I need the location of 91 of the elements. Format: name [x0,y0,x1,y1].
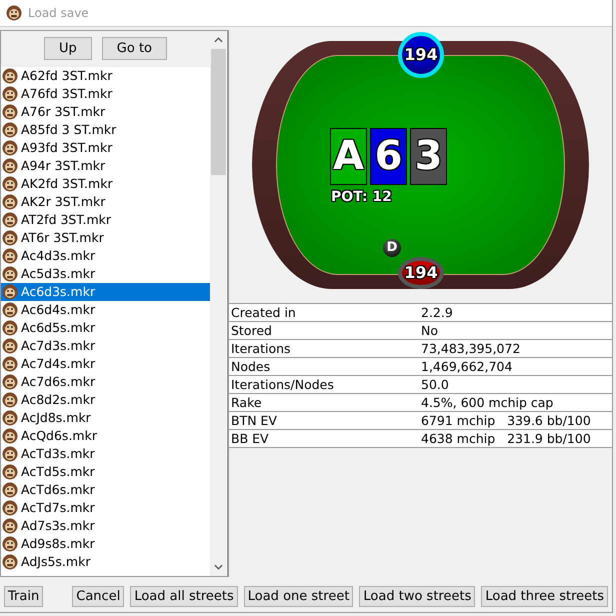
file-item[interactable]: Ac7d4s.mkr [1,354,210,373]
monkey-icon [2,104,18,120]
monkey-icon [2,158,18,174]
file-item[interactable]: AK2r 3ST.mkr [1,192,210,211]
monkey-icon [2,482,18,498]
file-item[interactable]: Ac6d3s.mkr [1,282,210,301]
monkey-icon [2,86,18,102]
monkey-icon [2,248,18,264]
info-value: 50.0 [421,376,449,392]
info-label: Iterations [230,340,292,356]
monkey-icon [2,140,18,156]
info-label: BB EV [230,430,270,446]
info-value: 4.5%, 600 mchip cap [421,394,554,410]
train-button[interactable]: Train [4,586,44,607]
info-value: 73,483,395,072 [421,340,520,356]
dialog-button[interactable]: Load one street [244,586,354,607]
info-value: 6791 mchip 339.6 bb/100 [421,412,591,428]
info-label: Stored [230,322,273,338]
info-label: Iterations/Nodes [230,376,335,392]
nav-button[interactable]: Up [44,37,92,60]
scrollbar[interactable] [210,30,226,576]
monkey-icon [2,428,18,444]
file-item[interactable]: Ac7d6s.mkr [1,372,210,391]
file-item[interactable]: AK2fd 3ST.mkr [1,174,210,193]
file-item[interactable]: AT6r 3ST.mkr [1,228,210,247]
monkey-icon [2,392,18,408]
file-item[interactable]: AdJs5s.mkr [1,552,210,571]
file-item[interactable]: AcTd3s.mkr [1,444,210,463]
file-item[interactable]: A85fd 3 ST.mkr [1,120,210,139]
info-value: 2.2.9 [421,304,453,320]
file-item[interactable]: A76r 3ST.mkr [1,102,210,121]
file-item[interactable]: AcQd6s.mkr [1,426,210,445]
monkey-icon [2,212,18,228]
monkey-icon [2,68,18,84]
file-item[interactable]: AcTd5s.mkr [1,462,210,481]
info-value: 4638 mchip 231.9 bb/100 [421,430,591,446]
monkey-icon [2,518,18,534]
file-item[interactable]: Ac8d2s.mkr [1,390,210,409]
file-item[interactable]: A93fd 3ST.mkr [1,138,210,157]
pot-label: POT: 12 [331,188,392,205]
monkey-icon [2,464,18,480]
file-item[interactable]: Ac6d5s.mkr [1,318,210,337]
monkey-icon [2,536,18,552]
scrollbar-thumb[interactable] [210,48,226,175]
file-item[interactable]: Ac4d3s.mkr [1,246,210,265]
monkey-icon [2,374,18,390]
monkey-icon [2,302,18,318]
monkey-icon [2,338,18,354]
player-stack: 194 [398,32,444,78]
file-item[interactable]: AcTd7s.mkr [1,498,210,517]
file-item[interactable]: AcJd8s.mkr [1,408,210,427]
monkey-icon [2,176,18,192]
monkey-icon [2,446,18,462]
monkey-icon [2,284,18,300]
file-item[interactable]: Ad9s8s.mkr [1,534,210,553]
file-item[interactable]: Ad7s3s.mkr [1,516,210,535]
info-label: BTN EV [230,412,278,428]
dialog-button[interactable]: Load two streets [359,586,476,607]
scroll-up-icon[interactable] [214,36,222,43]
file-item[interactable]: Ac7d3s.mkr [1,336,210,355]
board-card: 3 [410,128,447,185]
scroll-down-icon[interactable] [214,564,222,570]
board-card: 6 [370,128,407,185]
dialog-button[interactable]: Cancel [72,586,124,607]
monkey-icon [2,194,18,210]
info-label: Rake [230,394,263,410]
window-title: Load save [28,6,89,20]
file-item[interactable]: Ac6d4s.mkr [1,300,210,319]
monkey-icon [2,356,18,372]
monkey-icon [2,554,18,570]
file-item[interactable]: Ac5d3s.mkr [1,264,210,283]
info-value: No [421,322,438,338]
monkey-icon [2,320,18,336]
monkey-icon [2,122,18,138]
monkey-icon [2,230,18,246]
file-item[interactable]: A76fd 3ST.mkr [1,84,210,103]
monkey-icon [2,500,18,516]
board-card: A [330,128,367,185]
file-item[interactable]: AT2fd 3ST.mkr [1,210,210,229]
file-item[interactable]: AcTd6s.mkr [1,480,210,499]
monkey-icon [2,410,18,426]
info-label: Created in [230,304,297,320]
info-value: 1,469,662,704 [421,358,512,374]
info-label: Nodes [230,358,272,374]
monkey-icon [6,4,22,21]
file-item[interactable]: A62fd 3ST.mkr [1,66,210,85]
nav-button[interactable]: Go to [102,37,167,60]
dialog-button[interactable]: Load three streets [481,586,608,607]
dialog-button[interactable]: Load all streets [130,586,238,607]
file-item[interactable]: A94r 3ST.mkr [1,156,210,175]
monkey-icon [2,266,18,282]
